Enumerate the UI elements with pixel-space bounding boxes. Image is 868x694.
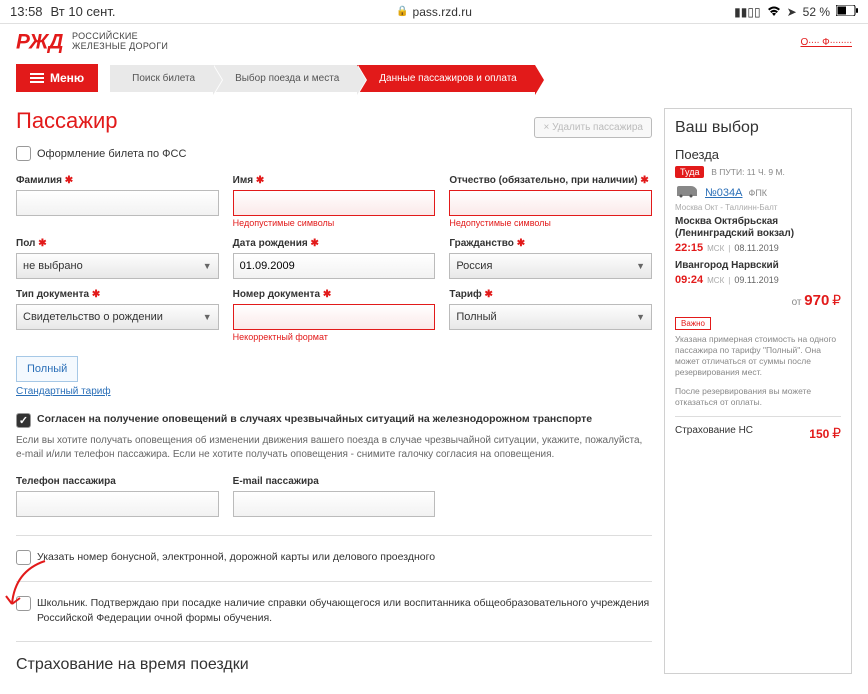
logo-tagline: Российские железные дороги [72, 32, 168, 52]
doc-num-input[interactable] [233, 304, 436, 330]
doc-num-error: Некорректный формат [233, 332, 436, 342]
header-account-link[interactable]: О∙∙∙∙ Ф∙∙∙∙∙∙∙∙ [801, 37, 853, 48]
field-doc-type: Тип документа ✱ Свидетельство о рождении… [16, 289, 219, 342]
field-citizenship: Гражданство ✱ Россия▼ [449, 238, 652, 279]
field-doc-num: Номер документа ✱ Некорректный формат [233, 289, 436, 342]
signal-icon: ▮▮▯▯ [734, 5, 760, 19]
tariff-select[interactable]: Полный▼ [449, 304, 652, 330]
fss-label: Оформление билета по ФСС [37, 148, 186, 160]
sidebar-title: Ваш выбор [675, 119, 841, 137]
arrive-time: 09:24 [675, 274, 703, 286]
status-time: 13:58 [10, 4, 43, 19]
phone-input[interactable] [16, 491, 219, 517]
duration-text: В ПУТИ: 11 Ч. 9 М. [711, 167, 785, 177]
site-header: РЖД Российские железные дороги О∙∙∙∙ Ф∙∙… [0, 23, 868, 64]
fss-checkbox[interactable] [16, 146, 31, 161]
crumb-select[interactable]: Выбор поезда и места [213, 65, 357, 92]
insurance-price: 150 [809, 427, 829, 441]
arrive-date: 09.11.2019 [734, 275, 778, 285]
doc-type-select[interactable]: Свидетельство о рождении▼ [16, 304, 219, 330]
device-status-bar: 13:58 Вт 10 сент. 🔒 pass.rzd.ru ▮▮▯▯ ➤ 5… [0, 0, 868, 23]
citizenship-select[interactable]: Россия▼ [449, 253, 652, 279]
chevron-down-icon: ▼ [636, 312, 645, 322]
crumb-search[interactable]: Поиск билета [110, 65, 213, 92]
depart-date: 08.11.2019 [734, 243, 778, 253]
tariff-selected-chip: Полный [16, 356, 78, 382]
delete-passenger-button[interactable]: × Удалить пассажира [534, 117, 652, 138]
patronymic-input[interactable] [449, 190, 652, 216]
field-surname: Фамилия ✱ [16, 175, 219, 228]
battery-pct: 52 % [803, 5, 830, 19]
wifi-icon [767, 5, 781, 19]
sex-select[interactable]: не выбрано▼ [16, 253, 219, 279]
location-icon: ➤ [787, 5, 797, 19]
breadcrumbs: Поиск билета Выбор поезда и места Данные… [110, 65, 535, 92]
crumb-passengers[interactable]: Данные пассажиров и оплата [357, 65, 534, 92]
menu-button[interactable]: Меню [16, 64, 98, 92]
svg-text:РЖД: РЖД [16, 30, 63, 53]
field-email: E-mail пассажира [233, 476, 436, 517]
student-label: Школьник. Подтверждаю при посадке наличи… [37, 596, 652, 625]
page-title: Пассажир [16, 108, 118, 134]
price-value: 970 [804, 292, 829, 309]
sidebar-trains-label: Поезда [675, 147, 841, 162]
ruble-icon: ₽ [832, 425, 841, 441]
dob-input[interactable] [233, 253, 436, 279]
patronymic-error: Недопустимые символы [449, 218, 652, 228]
field-tariff: Тариф ✱ Полный▼ [449, 289, 652, 342]
train-number-link[interactable]: №034А [705, 187, 743, 199]
price-note: Указана примерная стоимость на одного па… [675, 334, 841, 378]
notifications-checkbox[interactable]: ✓ [16, 413, 31, 428]
trip-insurance-heading: Страхование на время поездки [16, 656, 652, 674]
status-date: Вт 10 сент. [51, 4, 116, 19]
battery-icon [836, 5, 858, 19]
student-checkbox[interactable] [16, 596, 31, 611]
route-small: Москва Окт - Таллинн-Балт [675, 203, 841, 212]
depart-tz: МСК [707, 244, 724, 253]
lock-icon: 🔒 [396, 6, 408, 17]
email-input[interactable] [233, 491, 436, 517]
train-icon [675, 184, 699, 201]
refund-note: После резервирования вы можете отказатьс… [675, 386, 841, 408]
important-badge: Важно [675, 317, 711, 330]
notifications-label: Согласен на получение оповещений в случа… [37, 413, 592, 425]
url-bar: pass.rzd.ru [413, 5, 472, 19]
chevron-down-icon: ▼ [203, 312, 212, 322]
name-error: Недопустимые символы [233, 218, 436, 228]
chevron-down-icon: ▼ [203, 261, 212, 271]
notifications-description: Если вы хотите получать оповещения об из… [16, 434, 652, 462]
bonus-label: Указать номер бонусной, электронной, дор… [37, 550, 435, 565]
hamburger-icon [30, 73, 44, 83]
rzd-logo-icon: РЖД [16, 28, 64, 56]
bonus-checkbox[interactable] [16, 550, 31, 565]
station-to: Ивангород Нарвский [675, 260, 841, 272]
arrive-tz: МСК [707, 276, 724, 285]
field-dob: Дата рождения ✱ [233, 238, 436, 279]
field-sex: Пол ✱ не выбрано▼ [16, 238, 219, 279]
standard-tariff-link[interactable]: Стандартный тариф [16, 386, 652, 397]
direction-badge: Туда [675, 166, 704, 178]
surname-input[interactable] [16, 190, 219, 216]
insurance-label: Страхование НС [675, 425, 753, 442]
your-choice-panel: Ваш выбор Поезда Туда В ПУТИ: 11 Ч. 9 М.… [664, 108, 852, 674]
name-input[interactable] [233, 190, 436, 216]
train-type: ФПК [749, 188, 768, 198]
station-from: Москва Октябрьская (Ленинградский вокзал… [675, 216, 841, 240]
chevron-down-icon: ▼ [636, 261, 645, 271]
field-name: Имя ✱ Недопустимые символы [233, 175, 436, 228]
field-patronymic: Отчество (обязательно, при наличии) ✱ Не… [449, 175, 652, 228]
ruble-icon: ₽ [832, 292, 841, 308]
depart-time: 22:15 [675, 242, 703, 254]
field-phone: Телефон пассажира [16, 476, 219, 517]
